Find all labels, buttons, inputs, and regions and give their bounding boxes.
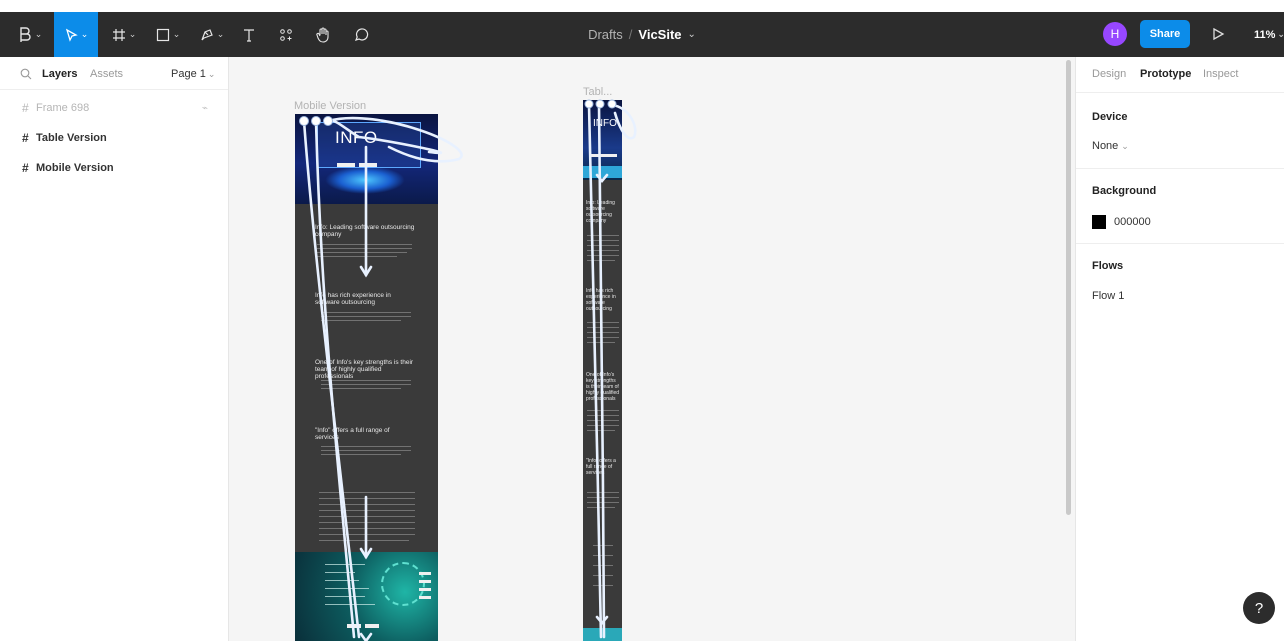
main-menu-icon <box>18 26 32 43</box>
layer-label: Mobile Version <box>36 162 114 174</box>
background-color-swatch[interactable] <box>1092 215 1106 229</box>
text-tool-button[interactable] <box>237 12 261 57</box>
play-icon <box>1208 27 1228 47</box>
layer-table-version[interactable]: # Table Version <box>22 129 107 147</box>
tab-inspect[interactable]: Inspect <box>1203 68 1238 80</box>
chevron-down-icon: ⌄ <box>1277 29 1284 39</box>
flows-section: Flows Flow 1 <box>1076 244 1284 314</box>
search-icon[interactable] <box>20 68 32 80</box>
frame-icon: # <box>22 131 29 145</box>
tab-design[interactable]: Design <box>1092 68 1126 80</box>
frame-tool-icon <box>112 28 126 42</box>
left-panel-header: Layers Assets Page 1 ⌄ <box>0 57 228 90</box>
breadcrumb-parent[interactable]: Drafts <box>588 27 623 42</box>
layer-label: Table Version <box>36 132 107 144</box>
right-panel-tabs: Design Prototype Inspect <box>1076 57 1284 93</box>
top-toolbar: ⌄ ⌄ ⌄ ⌄ ⌄ Drafts / VicSite ⌄ H Share 11%… <box>0 0 1284 58</box>
pen-tool-button[interactable]: ⌄ <box>193 12 231 57</box>
prototype-connections <box>299 99 637 641</box>
device-heading: Device <box>1092 111 1128 123</box>
chevron-down-icon: ⌄ <box>80 29 89 39</box>
resources-button[interactable] <box>274 12 298 57</box>
hand-tool-icon <box>315 26 331 43</box>
background-heading: Background <box>1092 185 1157 197</box>
canvas[interactable]: Mobile Version INFO Info: Leading softwa… <box>229 57 1075 641</box>
comment-tool-button[interactable] <box>349 12 373 57</box>
layer-mobile-version[interactable]: # Mobile Version <box>22 159 114 177</box>
layer-frame-698[interactable]: # Frame 698 <box>22 99 89 117</box>
device-value: None <box>1092 140 1119 152</box>
chevron-down-icon: ⌄ <box>216 29 225 39</box>
background-section: Background 000000 <box>1076 169 1284 244</box>
frame-icon: # <box>22 161 29 175</box>
frame-tool-button[interactable]: ⌄ <box>105 12 143 57</box>
device-select[interactable]: None ⌄ <box>1092 140 1129 152</box>
background-color-value[interactable]: 000000 <box>1114 216 1151 228</box>
flows-heading: Flows <box>1092 260 1124 272</box>
chevron-down-icon[interactable]: ⌄ <box>688 29 696 40</box>
main-menu-button[interactable]: ⌄ <box>10 12 50 57</box>
canvas-scrollbar[interactable] <box>1066 60 1071 515</box>
file-name[interactable]: VicSite <box>638 27 681 42</box>
chevron-down-icon: ⌄ <box>128 29 137 39</box>
right-panel: Design Prototype Inspect Device None ⌄ Ba… <box>1075 57 1284 641</box>
left-panel: Layers Assets Page 1 ⌄ # Frame 698 ⌁ # Ta… <box>0 57 229 641</box>
breadcrumb-separator: / <box>628 27 633 42</box>
link-icon: ⌁ <box>202 103 209 114</box>
tab-layers[interactable]: Layers <box>42 68 77 80</box>
chevron-down-icon: ⌄ <box>1121 141 1129 151</box>
comment-tool-icon <box>354 27 369 42</box>
shape-tool-button[interactable]: ⌄ <box>149 12 187 57</box>
chevron-down-icon: ⌄ <box>34 29 43 39</box>
present-button[interactable] <box>1208 24 1228 44</box>
chevron-down-icon: ⌄ <box>172 29 181 39</box>
layer-label: Frame 698 <box>36 102 90 114</box>
move-tool-button[interactable]: ⌄ <box>54 12 98 57</box>
page-selector-label: Page 1 <box>171 68 206 80</box>
zoom-menu[interactable]: 11% ⌄ <box>1254 12 1284 57</box>
hand-tool-button[interactable] <box>311 12 335 57</box>
chevron-down-icon: ⌄ <box>207 69 216 79</box>
text-tool-icon <box>242 28 256 42</box>
shape-tool-icon <box>156 28 170 42</box>
avatar[interactable]: H <box>1103 22 1127 46</box>
tab-prototype[interactable]: Prototype <box>1140 68 1191 80</box>
move-tool-icon <box>64 28 78 42</box>
page-selector[interactable]: Page 1 ⌄ <box>171 68 215 80</box>
pen-tool-icon <box>200 28 214 42</box>
flow-item[interactable]: Flow 1 <box>1092 290 1124 302</box>
zoom-level: 11% <box>1254 28 1276 41</box>
toolbar-bar: ⌄ ⌄ ⌄ ⌄ ⌄ Drafts / VicSite ⌄ H Share 11%… <box>0 12 1284 57</box>
help-button[interactable]: ? <box>1243 592 1275 624</box>
device-section: Device None ⌄ <box>1076 93 1284 169</box>
share-button[interactable]: Share <box>1140 20 1190 48</box>
resources-icon <box>279 28 293 42</box>
tab-assets[interactable]: Assets <box>90 68 123 80</box>
frame-icon: # <box>22 101 29 115</box>
